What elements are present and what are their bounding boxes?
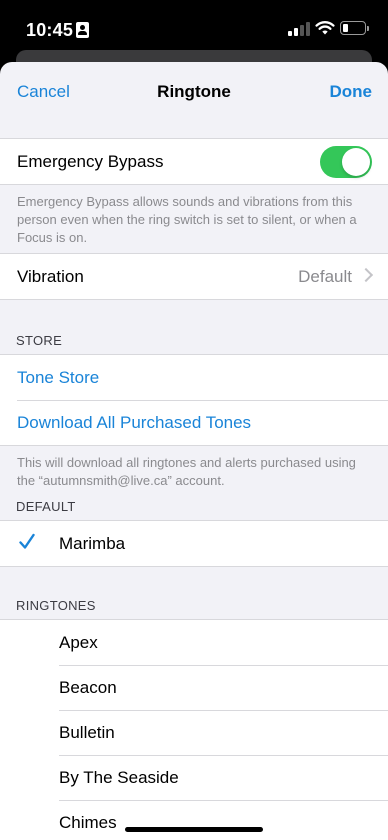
default-group: Marimba <box>0 520 388 567</box>
ringtone-label: By The Seaside <box>59 767 179 787</box>
ringtone-row[interactable]: By The Seaside <box>0 755 388 800</box>
ringtone-row[interactable]: Chimes <box>0 800 388 840</box>
contact-card-icon <box>76 22 89 38</box>
vibration-value: Default <box>298 267 352 286</box>
emergency-bypass-toggle[interactable] <box>320 146 372 178</box>
wifi-icon <box>315 21 335 35</box>
download-all-link[interactable]: Download All Purchased Tones <box>0 413 251 433</box>
chevron-right-icon <box>358 267 374 283</box>
ringtones-section-header: RINGTONES <box>16 598 96 613</box>
vibration-row[interactable]: Vibration Default <box>0 254 388 299</box>
store-group: Tone Store Download All Purchased Tones <box>0 354 388 446</box>
vibration-group: Vibration Default <box>0 253 388 300</box>
toggle-knob <box>342 148 370 176</box>
ringtone-row[interactable]: Beacon <box>0 665 388 710</box>
home-indicator <box>125 827 263 832</box>
ringtone-sheet: Cancel Ringtone Done Emergency Bypass Em… <box>0 62 388 840</box>
checkmark-icon <box>19 533 35 549</box>
emergency-bypass-row: Emergency Bypass <box>0 139 388 184</box>
navigation-bar: Cancel Ringtone Done <box>0 62 388 120</box>
emergency-bypass-group: Emergency Bypass <box>0 138 388 185</box>
download-all-row[interactable]: Download All Purchased Tones <box>0 400 388 445</box>
status-bar: 10:45 <box>0 0 388 54</box>
cellular-signal-icon <box>288 22 312 36</box>
ringtone-label: Bulletin <box>59 722 115 742</box>
ringtone-label: Beacon <box>59 677 117 697</box>
vibration-label: Vibration <box>17 266 84 286</box>
ringtones-group: Apex Beacon Bulletin By The Seaside Chim… <box>0 619 388 840</box>
ringtone-row[interactable]: Apex <box>0 620 388 665</box>
ringtone-label: Apex <box>59 632 98 652</box>
default-section-header: DEFAULT <box>16 499 76 514</box>
done-button[interactable]: Done <box>330 82 373 102</box>
ringtone-row[interactable]: Bulletin <box>0 710 388 755</box>
status-time: 10:45 <box>26 20 74 40</box>
battery-icon <box>340 21 369 35</box>
default-ringtone-row[interactable]: Marimba <box>0 521 388 566</box>
ringtone-label: Chimes <box>59 812 117 832</box>
emergency-bypass-label: Emergency Bypass <box>17 151 164 171</box>
store-section-header: STORE <box>16 333 63 348</box>
tone-store-row[interactable]: Tone Store <box>0 355 388 400</box>
tone-store-link[interactable]: Tone Store <box>0 368 99 388</box>
emergency-bypass-footer: Emergency Bypass allows sounds and vibra… <box>17 194 357 245</box>
store-footer: This will download all ringtones and ale… <box>17 455 356 488</box>
